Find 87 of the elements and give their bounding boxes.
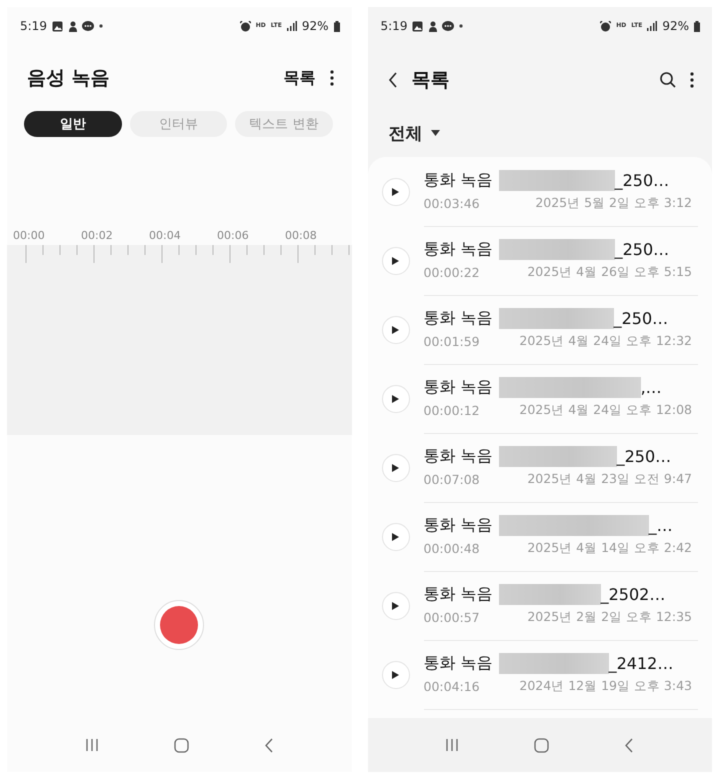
recording-name: 통화 녹음 <box>424 239 493 260</box>
caret-icon <box>430 130 440 136</box>
recording-duration: 00:00:48 <box>424 541 480 556</box>
chat-bubble-icon <box>442 20 454 32</box>
dot-icon <box>459 24 464 28</box>
gallery-icon <box>412 20 424 32</box>
recording-duration: 00:03:46 <box>424 196 480 211</box>
alarm-icon <box>600 20 612 32</box>
play-icon <box>392 394 399 402</box>
recording-name-suffix: _250… <box>616 447 672 466</box>
timeline-label: 00:02 <box>81 229 114 244</box>
recording-date: 2025년 5월 2일 오후 3:12 <box>535 195 692 212</box>
play-button[interactable] <box>382 592 410 620</box>
play-icon <box>392 256 399 264</box>
recording-duration: 00:04:16 <box>424 679 480 694</box>
play-icon <box>392 326 399 334</box>
list-button[interactable]: 목록 <box>284 68 316 88</box>
recording-name-suffix: _2412… <box>608 654 674 673</box>
dot-icon <box>98 24 103 28</box>
recording-name-suffix: ,… <box>640 378 662 397</box>
chat-bubble-icon <box>82 20 94 32</box>
more-options-button[interactable] <box>690 72 694 88</box>
battery-icon <box>694 20 700 32</box>
back-button[interactable] <box>388 72 398 88</box>
more-options-button[interactable] <box>330 70 334 86</box>
recording-duration: 00:00:12 <box>424 403 480 418</box>
recording-date: 2025년 4월 23일 오전 9:47 <box>527 471 692 488</box>
back-icon[interactable] <box>624 738 634 752</box>
play-button[interactable] <box>382 384 410 412</box>
screen-title: 목록 <box>412 68 450 93</box>
recording-date: 2025년 2월 2일 오후 12:35 <box>527 609 692 626</box>
play-icon <box>392 188 399 196</box>
play-icon <box>392 602 399 610</box>
recording-duration: 00:00:57 <box>424 610 480 625</box>
recording-date: 2024년 12월 19일 오후 3:43 <box>519 678 692 695</box>
battery-percent: 92% <box>302 19 328 33</box>
battery-icon <box>334 20 340 32</box>
search-button[interactable] <box>660 72 676 88</box>
alarm-icon <box>240 20 251 32</box>
play-button[interactable] <box>382 660 410 688</box>
back-icon[interactable] <box>264 738 274 752</box>
recording-name-suffix: _250… <box>614 240 670 259</box>
play-button[interactable] <box>382 454 410 482</box>
recording-date: 2025년 4월 24일 오후 12:32 <box>519 333 692 350</box>
screen-title: 음성 녹음 <box>27 66 110 91</box>
more-options-icon <box>690 72 694 88</box>
signal-icon <box>647 21 658 31</box>
filter-dropdown[interactable]: 전체 <box>368 115 440 151</box>
recording-name: 통화 녹음 <box>424 377 493 398</box>
more-options-icon <box>330 70 334 86</box>
recent-apps-icon[interactable] <box>84 738 99 752</box>
play-button[interactable] <box>382 316 410 344</box>
home-icon[interactable] <box>534 738 550 752</box>
recording-name: 통화 녹음 <box>424 515 493 536</box>
play-button[interactable] <box>382 246 410 274</box>
recording-duration: 00:00:22 <box>424 265 480 280</box>
home-icon[interactable] <box>174 738 189 752</box>
recording-name: 통화 녹음 <box>424 446 493 467</box>
battery-percent: 92% <box>662 19 689 33</box>
gallery-icon <box>52 20 63 32</box>
recording-name: 통화 녹음 <box>424 170 493 191</box>
play-icon <box>392 670 399 678</box>
recording-date: 2025년 4월 26일 오후 5:15 <box>527 264 692 281</box>
timeline-label: 00:08 <box>285 229 318 244</box>
timeline-label: 00:04 <box>149 229 182 244</box>
play-icon <box>392 532 399 540</box>
timeline-label: 00:06 <box>217 229 250 244</box>
recording-name: 통화 녹음 <box>424 653 493 674</box>
recording-name-suffix: _250… <box>614 309 668 328</box>
status-time: 5:19 <box>380 19 408 33</box>
recording-duration: 00:01:59 <box>424 334 480 349</box>
recording-name-suffix: _2502… <box>600 585 666 604</box>
play-button[interactable] <box>382 178 410 206</box>
recording-date: 2025년 4월 24일 오후 12:08 <box>519 402 692 419</box>
recording-duration: 00:07:08 <box>424 472 480 487</box>
recording-date: 2025년 4월 14일 오후 2:42 <box>527 540 692 557</box>
play-button[interactable] <box>382 522 410 550</box>
recent-apps-icon[interactable] <box>445 738 460 752</box>
recording-name-suffix: _… <box>648 516 673 535</box>
recording-name-suffix: _250… <box>614 171 670 190</box>
signal-icon <box>286 21 297 31</box>
recording-name: 통화 녹음 <box>424 308 493 329</box>
mode-tab[interactable]: 일반 <box>24 111 122 137</box>
timeline-label: 00:00 <box>13 229 46 244</box>
play-icon <box>392 464 399 472</box>
recording-name: 통화 녹음 <box>424 584 493 605</box>
status-time: 5:19 <box>20 19 47 33</box>
